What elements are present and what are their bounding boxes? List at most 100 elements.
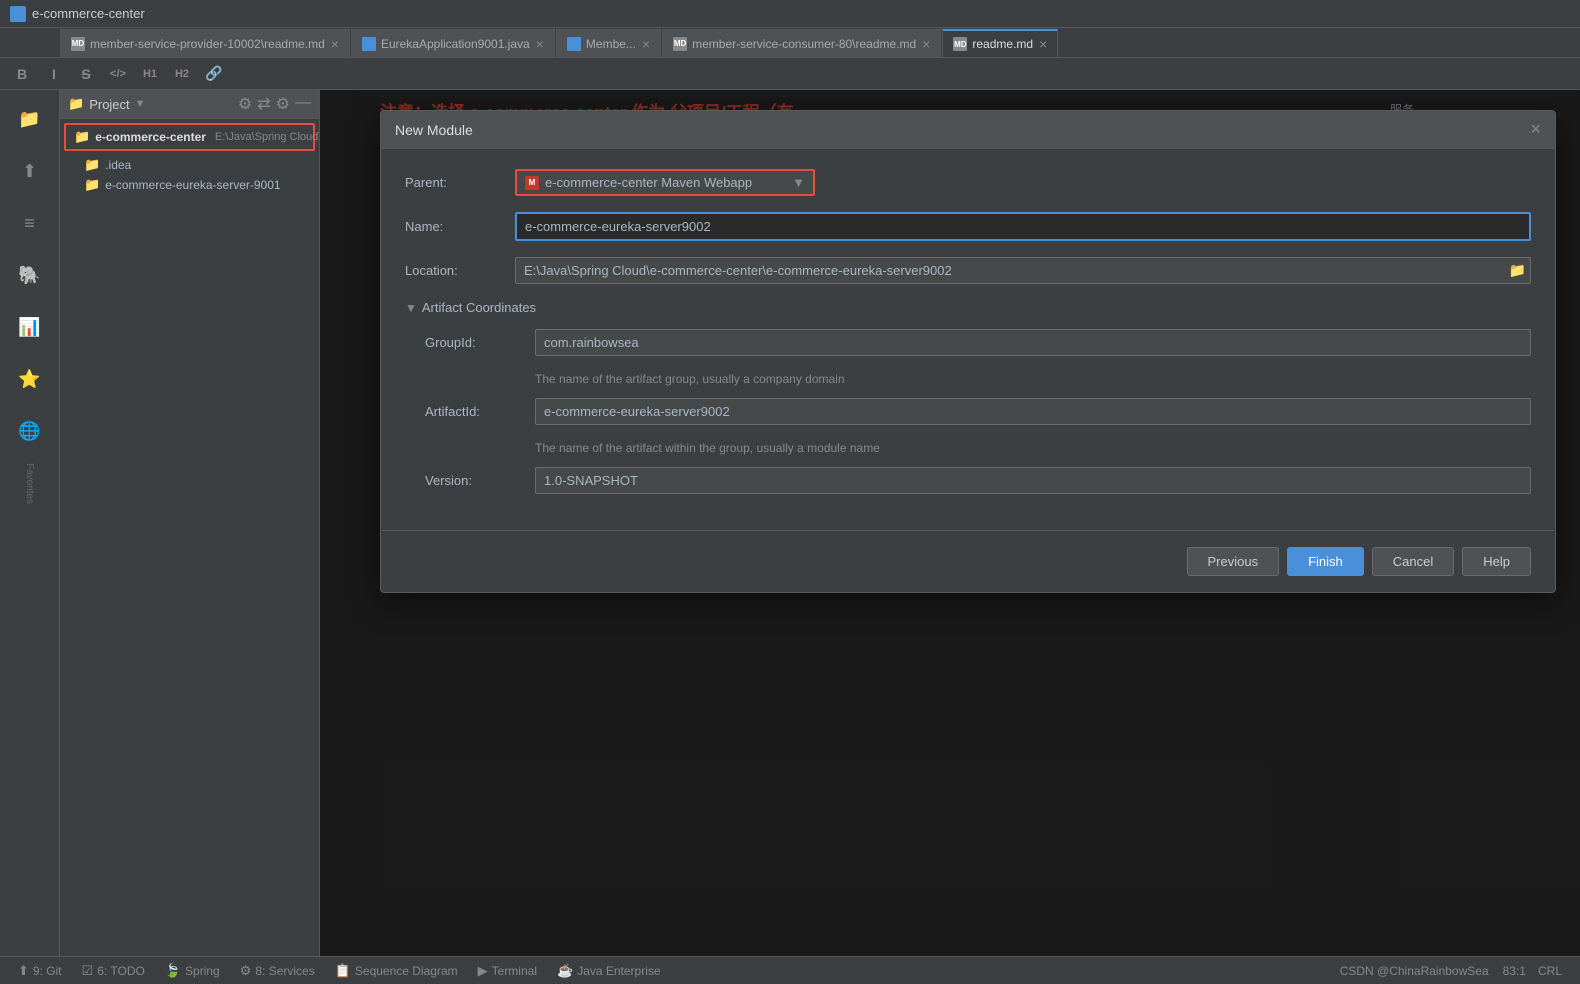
status-spring[interactable]: 🍃 Spring [155, 957, 230, 984]
commit-icon-symbol: ⬆ [22, 161, 37, 182]
encoding: CRL [1538, 964, 1562, 978]
panel-minimize-icon[interactable]: — [295, 94, 311, 114]
tree-idea-folder[interactable]: 📁 .idea [60, 155, 319, 175]
panel-header: 📁 Project ▼ ⚙ ⇄ ⚙ — [60, 90, 319, 119]
app-icon [10, 6, 26, 22]
todo-icon: ☑ [82, 963, 94, 979]
h1-button[interactable]: H1 [136, 62, 164, 86]
status-sequence[interactable]: 📋 Sequence Diagram [325, 957, 468, 984]
tab-label-5: readme.md [972, 37, 1033, 51]
previous-button[interactable]: Previous [1187, 547, 1280, 576]
location-input[interactable] [515, 257, 1531, 284]
project-panel: 📁 Project ▼ ⚙ ⇄ ⚙ — 📁 e-commerce-center … [60, 90, 320, 956]
italic-button[interactable]: I [40, 62, 68, 86]
panel-gear-icon[interactable]: ⚙ [276, 94, 290, 114]
artifactid-input[interactable] [535, 398, 1531, 425]
artifact-chevron: ▼ [405, 301, 417, 315]
sidebar-project-icon[interactable]: 📁 [5, 95, 55, 145]
help-button[interactable]: Help [1462, 547, 1531, 576]
git-icon: ⬆ [18, 963, 29, 979]
dialog-body: Parent: M e-commerce-center Maven Webapp… [381, 149, 1555, 530]
sidebar-commit-icon[interactable]: ⬆ [5, 147, 55, 197]
panel-title: 📁 Project ▼ [68, 96, 146, 112]
sidebar-structure-icon[interactable]: ≡ [5, 199, 55, 249]
tab-member-provider[interactable]: MD member-service-provider-10002\readme.… [60, 29, 350, 57]
location-label: Location: [405, 263, 515, 278]
finish-button[interactable]: Finish [1287, 547, 1364, 576]
tab-member-service[interactable]: Membe... × [556, 29, 661, 57]
code-button[interactable]: </> [104, 62, 132, 86]
dialog-close-button[interactable]: × [1530, 119, 1541, 140]
eureka-folder-label: e-commerce-eureka-server-9001 [105, 178, 280, 192]
dialog-title-bar: New Module × [381, 111, 1555, 149]
panel-dropdown-icon[interactable]: ▼ [135, 98, 146, 110]
tab-icon-java2 [567, 37, 581, 51]
location-row: Location: 📁 [405, 257, 1531, 284]
services-label: 8: Services [255, 964, 314, 978]
editor-toolbar: B I S </> H1 H2 🔗 [0, 58, 1580, 90]
main-layout: 📁 ⬆ ≡ 🐘 📊 ⭐ 🌐 Favorites 📁 Project ▼ [0, 90, 1580, 956]
terminal-icon: ▶ [478, 963, 488, 979]
name-row: Name: [405, 212, 1531, 241]
terminal-label: Terminal [492, 964, 537, 978]
artifact-section-header[interactable]: ▼ Artifact Coordinates [405, 300, 1531, 315]
parent-dropdown[interactable]: M e-commerce-center Maven Webapp ▼ [515, 169, 815, 196]
dialog-footer: Previous Finish Cancel Help [381, 530, 1555, 592]
panel-title-icon: 📁 [68, 96, 84, 112]
bold-button[interactable]: B [8, 62, 36, 86]
groupid-input[interactable] [535, 329, 1531, 356]
name-label: Name: [405, 219, 515, 234]
tab-close-5[interactable]: × [1039, 36, 1047, 52]
panel-title-text: Project [89, 97, 129, 112]
spring-icon: 🍃 [165, 963, 181, 979]
sequence-label: Sequence Diagram [355, 964, 458, 978]
strikethrough-button[interactable]: S [72, 62, 100, 86]
panel-settings-icon[interactable]: ⚙ [238, 94, 252, 114]
tree-root-item[interactable]: 📁 e-commerce-center E:\Java\Spring Cloud… [64, 123, 315, 151]
project-icon-symbol: 📁 [18, 109, 40, 130]
link-button[interactable]: 🔗 [200, 62, 228, 86]
status-services[interactable]: ⚙ 8: Services [230, 957, 325, 984]
h2-button[interactable]: H2 [168, 62, 196, 86]
star-icon-symbol: ⭐ [18, 369, 40, 390]
sidebar-star-icon[interactable]: ⭐ [5, 355, 55, 405]
tab-close-4[interactable]: × [922, 36, 930, 52]
location-folder-button[interactable]: 📁 [1509, 262, 1526, 279]
root-item-label: e-commerce-center [95, 130, 206, 144]
artifact-section-label: Artifact Coordinates [422, 300, 536, 315]
tab-icon-md3: MD [953, 37, 967, 51]
artifactid-row: ArtifactId: [425, 398, 1531, 425]
name-input[interactable] [515, 212, 1531, 241]
services-icon: ⚙ [240, 963, 252, 979]
sidebar-gradle-icon[interactable]: 🐘 [5, 251, 55, 301]
tab-eureka-app[interactable]: EurekaApplication9001.java × [351, 29, 555, 57]
status-terminal[interactable]: ▶ Terminal [468, 957, 547, 984]
spring-label: Spring [185, 964, 220, 978]
version-input[interactable] [535, 467, 1531, 494]
cancel-button[interactable]: Cancel [1372, 547, 1454, 576]
tab-close-1[interactable]: × [331, 36, 339, 52]
status-git[interactable]: ⬆ 9: Git [8, 957, 72, 984]
tab-close-3[interactable]: × [642, 36, 650, 52]
sidebar-web-icon[interactable]: 🌐 [5, 407, 55, 457]
status-todo[interactable]: ☑ 6: TODO [72, 957, 155, 984]
sidebar-chart-icon[interactable]: 📊 [5, 303, 55, 353]
panel-actions: ⚙ ⇄ ⚙ — [238, 94, 311, 114]
tree-eureka-folder[interactable]: 📁 e-commerce-eureka-server-9001 [60, 175, 319, 195]
panel-expand-icon[interactable]: ⇄ [257, 94, 270, 114]
line-col: 83:1 [1503, 964, 1526, 978]
structure-icon-symbol: ≡ [24, 213, 35, 234]
tab-consumer-readme[interactable]: MD member-service-consumer-80\readme.md … [662, 29, 941, 57]
version-row: Version: [425, 467, 1531, 494]
tab-close-2[interactable]: × [536, 36, 544, 52]
parent-dropdown-arrow: ▼ [792, 175, 805, 190]
tab-readme-active[interactable]: MD readme.md × [942, 29, 1058, 57]
root-item-path: E:\Java\Spring Cloud\e-commerce-c... [215, 131, 320, 143]
git-label: 9: Git [33, 964, 62, 978]
eureka-folder-icon: 📁 [84, 177, 100, 193]
root-folder-icon: 📁 [74, 129, 90, 145]
groupid-hint: The name of the artifact group, usually … [535, 372, 1531, 386]
status-java-enterprise[interactable]: ☕ Java Enterprise [547, 957, 671, 984]
idea-folder-icon: 📁 [84, 157, 100, 173]
tab-bar: MD member-service-provider-10002\readme.… [0, 28, 1580, 58]
